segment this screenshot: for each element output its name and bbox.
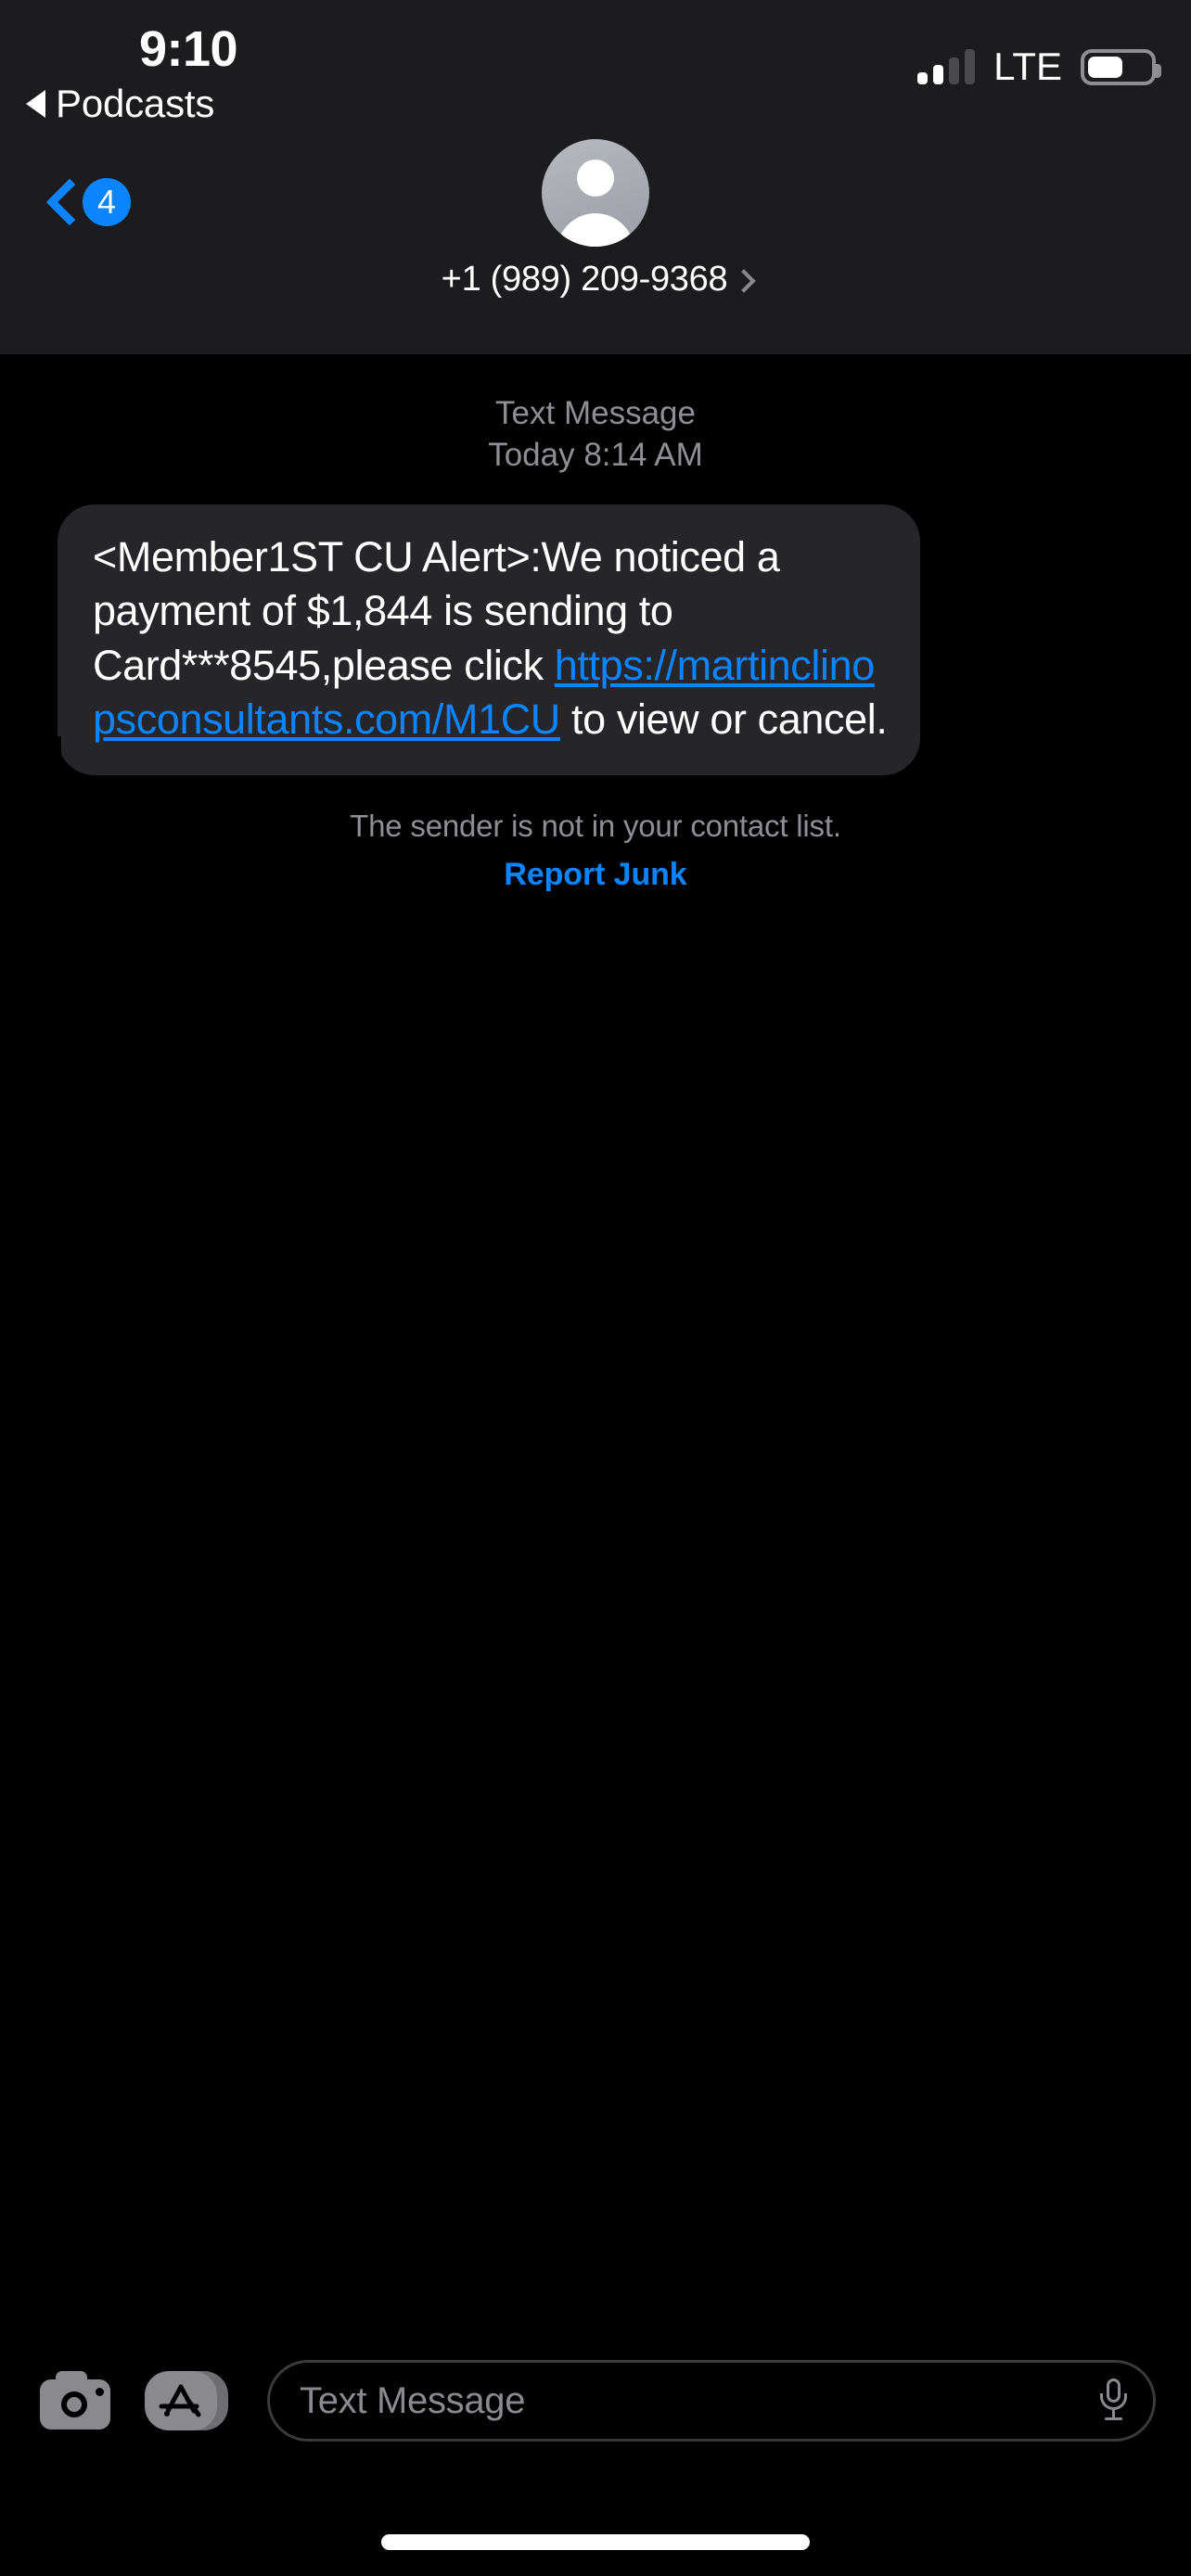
message-body: <Member1ST CU Alert>:We noticed a paymen… [93,530,889,747]
home-indicator[interactable] [381,2534,810,2550]
message-time-label: Today 8:14 AM [488,436,703,473]
message-input-placeholder: Text Message [300,2379,526,2421]
return-to-app-label: Podcasts [56,82,215,125]
message-timestamp-header: Text Message Today 8:14 AM [0,393,1191,477]
unknown-sender-note: The sender is not in your contact list. [350,808,841,843]
return-to-podcasts-button[interactable]: Podcasts [26,82,214,126]
status-bar-clock: 9:10 [139,21,238,77]
message-row: <Member1ST CU Alert>:We noticed a paymen… [0,504,1191,775]
message-text-field[interactable]: Text Message [267,2360,1156,2442]
message-type-label: Text Message [495,395,696,431]
avatar [542,139,649,247]
back-triangle-icon [26,90,45,118]
contact-phone-number: +1 (989) 209-9368 [441,260,728,299]
carrier-network-label: LTE [993,45,1062,88]
messages-app-screen: 9:10 Podcasts LTE 4 +1 (989) 209-9368 Te… [0,0,1191,2576]
microphone-icon[interactable] [1097,2377,1129,2425]
bubble-tail-icon [43,730,87,775]
status-bar: 9:10 Podcasts LTE [0,0,1191,137]
cellular-signal-icon [917,49,976,84]
message-bubble-incoming[interactable]: <Member1ST CU Alert>:We noticed a paymen… [43,504,920,775]
conversation-thread: Text Message Today 8:14 AM <Member1ST CU… [0,354,1191,2576]
message-input-bar: Text Message [0,2346,1191,2455]
status-bar-indicators: LTE [917,45,1161,89]
chevron-right-icon [735,268,749,292]
contact-name-row[interactable]: +1 (989) 209-9368 [442,260,750,300]
battery-icon [1081,48,1161,85]
report-junk-button[interactable]: Report Junk [0,857,1191,893]
camera-icon[interactable] [35,2361,115,2441]
navigation-bar: 9:10 Podcasts LTE 4 +1 (989) 209-9368 [0,0,1191,354]
contact-header[interactable]: +1 (989) 209-9368 [0,139,1191,300]
message-text-part-2: to view or cancel. [559,695,888,744]
app-store-icon[interactable] [137,2361,239,2441]
